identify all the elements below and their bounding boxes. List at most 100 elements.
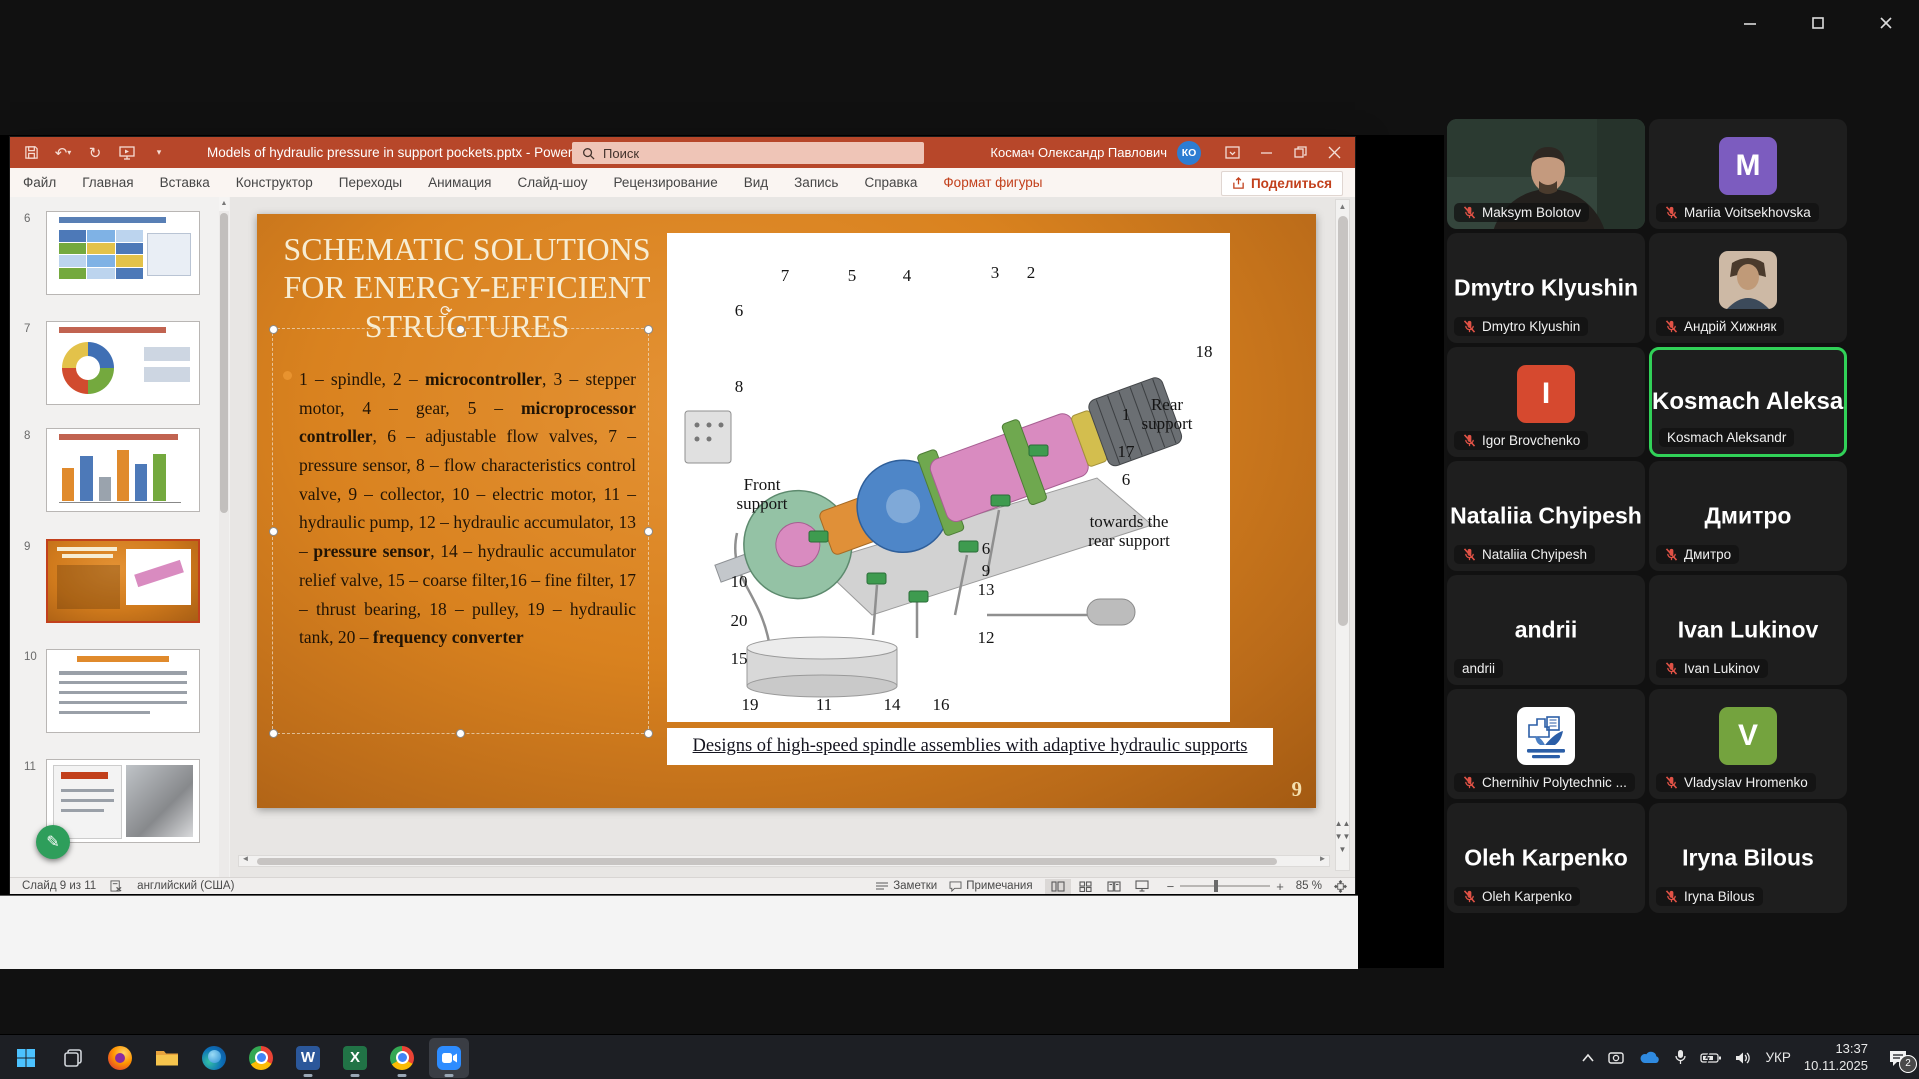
zoom-in-icon[interactable]: + [1276,879,1284,894]
participant-tile[interactable]: Ivan LukinovIvan Lukinov [1649,575,1847,685]
fit-to-window-icon[interactable] [1334,880,1347,893]
close-icon[interactable] [1871,10,1901,36]
firefox-icon[interactable] [100,1038,140,1078]
spindle-diagram[interactable]: 7543261881Rearsupport176Frontsupporttowa… [667,233,1230,722]
tab-Справка[interactable]: Справка [851,168,930,197]
slide-text-box[interactable]: 1 – spindle, 2 – microcontroller, 3 – st… [272,328,649,734]
scrollbar-thumb[interactable] [257,858,1277,865]
participant-tile[interactable]: Kosmach Aleksa...Kosmach Aleksandr [1649,347,1847,457]
thumbnail-image[interactable] [46,211,200,295]
chrome-icon[interactable] [382,1038,422,1078]
selection-handle[interactable] [644,325,653,334]
tab-Вставка[interactable]: Вставка [147,168,223,197]
scroll-right-icon[interactable]: ► [1316,854,1329,868]
selection-handle[interactable] [644,729,653,738]
scroll-left-icon[interactable]: ◄ [239,854,252,868]
thumbnail-image[interactable] [46,539,200,623]
slide-thumbnail[interactable]: 7 [46,321,202,405]
participant-tile[interactable]: Андрій Хижняк [1649,233,1847,343]
zoom-icon[interactable] [429,1038,469,1078]
participant-tile[interactable]: Chernihiv Polytechnic ... [1447,689,1645,799]
tab-Файл[interactable]: Файл [10,168,69,197]
start-slideshow-icon[interactable] [114,141,140,165]
account-name[interactable]: Космач Олександр Павлович [990,145,1167,160]
windows-start-icon[interactable] [6,1038,46,1078]
scroll-up-icon[interactable]: ▲ [219,197,229,211]
ppt-minimize-icon[interactable] [1249,137,1283,168]
language-switcher[interactable]: УКР [1765,1050,1790,1065]
reading-view-icon[interactable] [1101,879,1127,894]
tab-Запись[interactable]: Запись [781,168,851,197]
participant-tile[interactable]: Iryna BilousIryna Bilous [1649,803,1847,913]
rotate-handle[interactable]: ⟳ [440,302,453,320]
word-icon[interactable]: W [288,1038,328,1078]
file-explorer-icon[interactable] [147,1038,187,1078]
thumbnail-image[interactable] [46,321,200,405]
participant-tile[interactable]: IIgor Brovchenko [1447,347,1645,457]
selection-handle[interactable] [456,729,465,738]
language-indicator[interactable]: английский (США) [137,880,234,892]
tab-Главная[interactable]: Главная [69,168,146,197]
slideshow-icon[interactable] [1129,879,1155,894]
tab-Формат фигуры[interactable]: Формат фигуры [930,168,1055,197]
slide-sorter-icon[interactable] [1073,879,1099,894]
ribbon-display-options-icon[interactable] [1215,137,1249,168]
share-button[interactable]: Поделиться [1221,171,1343,196]
selection-handle[interactable] [269,325,278,334]
thumbnail-scrollbar[interactable]: ▲ [219,197,229,877]
participant-tile[interactable]: VVladyslav Hromenko [1649,689,1847,799]
participant-tile[interactable]: andriiandrii [1447,575,1645,685]
zoom-level[interactable]: 85 % [1296,880,1322,892]
selection-handle[interactable] [644,527,653,536]
account-avatar[interactable]: КО [1177,141,1201,165]
ppt-restore-icon[interactable] [1283,137,1317,168]
microphone-icon[interactable] [1674,1049,1687,1066]
participant-tile[interactable]: Nataliia ChyipeshNataliia Chyipesh [1447,461,1645,571]
tab-Рецензирование[interactable]: Рецензирование [600,168,730,197]
search-input[interactable]: Поиск [572,142,924,164]
thumbnail-image[interactable] [46,428,200,512]
tray-chevron-up-icon[interactable] [1581,1053,1595,1063]
vertical-scrollbar[interactable]: ▲ ▲▲▼▼▼ [1335,199,1350,871]
screen-share-icon[interactable] [1608,1051,1626,1065]
slide-thumbnail[interactable]: 9 [46,539,202,623]
ppt-close-icon[interactable] [1317,137,1351,168]
customize-quick-access-icon[interactable]: ▾ [146,141,172,165]
thumbnail-image[interactable] [46,649,200,733]
thumbnail-image[interactable] [46,759,200,843]
participant-tile[interactable]: Oleh KarpenkoOleh Karpenko [1447,803,1645,913]
scrollbar-thumb[interactable] [220,213,228,513]
tab-Вид[interactable]: Вид [731,168,781,197]
tab-Слайд-шоу[interactable]: Слайд-шоу [504,168,600,197]
proofing-icon[interactable] [110,880,123,892]
clock[interactable]: 13:37 10.11.2025 [1804,1041,1868,1074]
battery-icon[interactable] [1700,1052,1722,1064]
zoom-out-icon[interactable]: − [1167,879,1175,894]
undo-icon[interactable]: ↶▾ [50,141,76,165]
maximize-icon[interactable] [1803,10,1833,36]
slide-thumbnail[interactable]: 8 [46,428,202,512]
tab-Анимация[interactable]: Анимация [415,168,504,197]
zoom-slider[interactable]: − + [1167,879,1284,894]
slide-body-text[interactable]: 1 – spindle, 2 – microcontroller, 3 – st… [299,365,636,652]
slide-thumbnail[interactable]: 6 [46,211,202,295]
onedrive-icon[interactable] [1639,1051,1661,1065]
horizontal-scrollbar[interactable]: ◄ ► [238,855,1330,867]
redo-icon[interactable]: ↻ [82,141,108,165]
notification-center-icon[interactable]: 2 [1881,1041,1915,1075]
slide-thumbnail[interactable]: 10 [46,649,202,733]
chrome-icon[interactable] [241,1038,281,1078]
tab-Конструктор[interactable]: Конструктор [223,168,326,197]
comments-button[interactable]: Примечания [949,880,1032,892]
scroll-up-icon[interactable]: ▲ [1336,200,1349,214]
slide-nav-buttons[interactable]: ▲▲▼▼▼ [1336,819,1349,854]
participant-tile[interactable]: Maksym Bolotov [1447,119,1645,229]
selection-handle[interactable] [269,729,278,738]
selection-handle[interactable] [269,527,278,536]
minimize-icon[interactable] [1735,10,1765,36]
participant-tile[interactable]: ДмитроДмитро [1649,461,1847,571]
speaker-icon[interactable] [1735,1051,1752,1065]
edge-icon[interactable] [194,1038,234,1078]
save-icon[interactable] [18,141,44,165]
slide-canvas[interactable]: SCHEMATIC SOLUTIONSFOR ENERGY-EFFICIENTS… [257,214,1316,808]
